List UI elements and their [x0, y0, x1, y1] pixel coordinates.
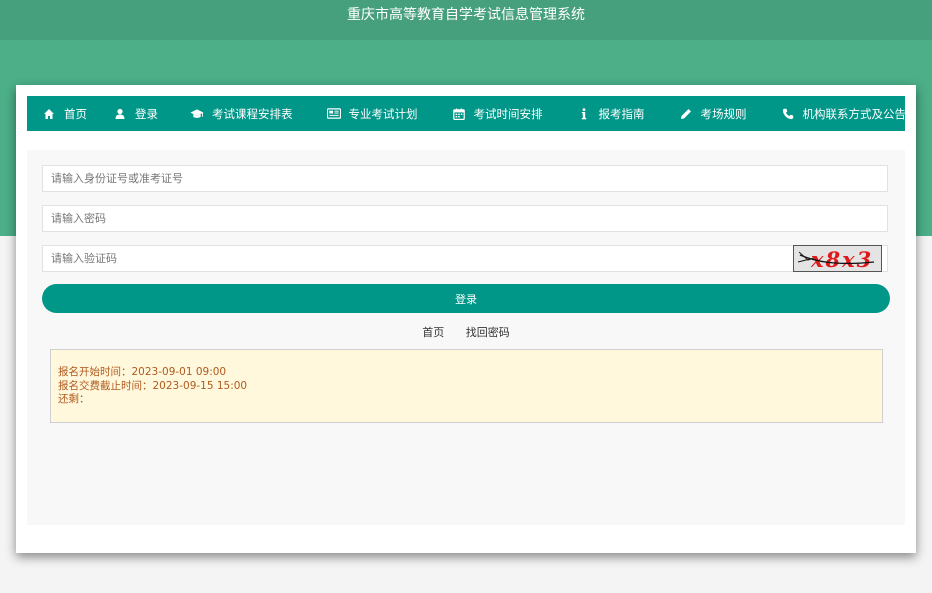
- newspaper-icon: [326, 107, 341, 121]
- nav-item-schedule[interactable]: 考试时间安排: [438, 106, 563, 122]
- nav-item-plan[interactable]: 专业考试计划: [313, 106, 438, 122]
- login-panel: x8x3 登录 首页 找回密码 报名开始时间：2023-09-01 09:00 …: [27, 150, 905, 525]
- remaining-time: 还剩：: [58, 393, 90, 405]
- home-link[interactable]: 首页: [422, 326, 444, 339]
- nav-item-label: 专业考试计划: [348, 106, 418, 121]
- nav-item-guide[interactable]: 报考指南: [563, 106, 665, 122]
- phone-icon: [781, 107, 795, 121]
- home-icon: [42, 107, 56, 121]
- login-button[interactable]: 登录: [42, 284, 890, 313]
- recover-password-link[interactable]: 找回密码: [466, 326, 510, 339]
- nav-item-label: 考试课程安排表: [212, 106, 293, 121]
- site-title: 重庆市高等教育自学考试信息管理系统: [347, 7, 585, 23]
- graduation-cap-icon: [190, 107, 204, 121]
- nav-item-contact[interactable]: 机构联系方式及公告: [767, 106, 907, 122]
- calendar-icon: [452, 107, 466, 121]
- nav-item-label: 考试时间安排: [473, 106, 543, 121]
- nav-item-courses[interactable]: 考试课程安排表: [176, 106, 313, 122]
- captcha-input[interactable]: [42, 245, 888, 272]
- nav-item-label: 报考指南: [598, 106, 645, 121]
- registration-start-time: 报名开始时间：2023-09-01 09:00: [58, 366, 227, 378]
- nav-item-login[interactable]: 登录: [99, 106, 176, 122]
- nav-item-label: 机构联系方式及公告: [802, 106, 907, 121]
- user-icon: [113, 107, 127, 121]
- captcha-text: x8x3: [810, 247, 873, 271]
- main-card: 首页 登录 考试课程安排表 专业考试计划 考试时间安排 报考指南 考场规则 机构…: [16, 85, 916, 553]
- nav-item-label: 考场规则: [700, 106, 747, 121]
- pencil-icon: [679, 107, 693, 121]
- payment-deadline: 报名交费截止时间：2023-09-15 15:00: [58, 379, 248, 392]
- navbar: 首页 登录 考试课程安排表 专业考试计划 考试时间安排 报考指南 考场规则 机构…: [27, 96, 907, 131]
- captcha-image[interactable]: x8x3: [793, 245, 882, 272]
- password-input[interactable]: [42, 205, 888, 232]
- id-number-input[interactable]: [42, 165, 888, 192]
- registration-notice: 报名开始时间：2023-09-01 09:00 报名交费截止时间：2023-09…: [50, 349, 883, 423]
- nav-item-rules[interactable]: 考场规则: [665, 106, 767, 122]
- footer-links: 首页 找回密码: [27, 324, 905, 340]
- nav-item-home[interactable]: 首页: [27, 106, 99, 122]
- nav-item-label: 首页: [64, 106, 87, 121]
- nav-item-label: 登录: [135, 106, 158, 121]
- info-icon: [577, 107, 591, 121]
